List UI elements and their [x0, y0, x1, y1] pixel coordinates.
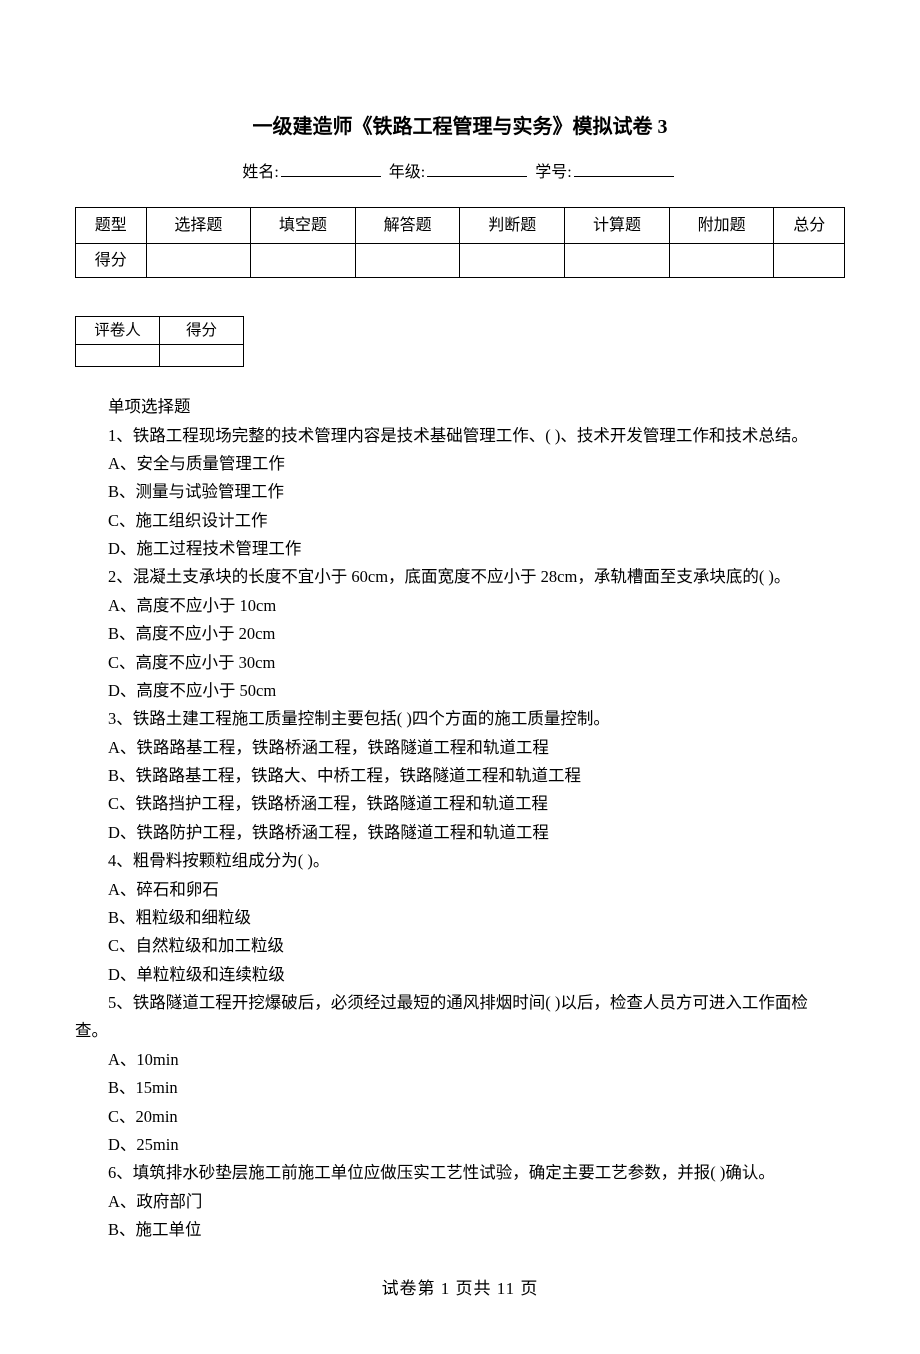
score-cell[interactable]: [146, 244, 251, 278]
question-option: A、铁路路基工程，铁路桥涵工程，铁路隧道工程和轨道工程: [75, 734, 845, 762]
question-stem: 6、填筑排水砂垫层施工前施工单位应做压实工艺性试验，确定主要工艺参数，并报( )…: [75, 1159, 845, 1187]
id-label: 学号:: [535, 164, 571, 181]
exam-title: 一级建造师《铁路工程管理与实务》模拟试卷 3: [75, 110, 845, 145]
score-cell[interactable]: [355, 244, 460, 278]
grader-score-label: 得分: [160, 317, 244, 345]
question-stem: 3、铁路土建工程施工质量控制主要包括( )四个方面的施工质量控制。: [75, 705, 845, 733]
grader-label: 评卷人: [76, 317, 160, 345]
question-option: D、铁路防护工程，铁路桥涵工程，铁路隧道工程和轨道工程: [75, 819, 845, 847]
question-option: A、10min: [75, 1046, 845, 1074]
question-option: B、铁路路基工程，铁路大、中桥工程，铁路隧道工程和轨道工程: [75, 762, 845, 790]
question-option: A、高度不应小于 10cm: [75, 592, 845, 620]
score-header: 附加题: [669, 208, 774, 244]
score-cell[interactable]: [669, 244, 774, 278]
grader-table: 评卷人 得分: [75, 316, 244, 367]
question-option: C、施工组织设计工作: [75, 507, 845, 535]
student-meta-line: 姓名: 年级: 学号:: [75, 159, 845, 187]
question-option: A、碎石和卵石: [75, 876, 845, 904]
question-option: B、施工单位: [75, 1216, 845, 1244]
question-option: D、高度不应小于 50cm: [75, 677, 845, 705]
grader-cell[interactable]: [76, 345, 160, 367]
question-option: B、粗粒级和细粒级: [75, 904, 845, 932]
page-footer: 试卷第 1 页共 11 页: [75, 1274, 845, 1304]
section-heading: 单项选择题: [75, 393, 845, 421]
grade-label: 年级:: [389, 164, 425, 181]
score-header: 计算题: [565, 208, 670, 244]
score-header: 判断题: [460, 208, 565, 244]
questions-content: 单项选择题 1、铁路工程现场完整的技术管理内容是技术基础管理工作、( )、技术开…: [75, 393, 845, 1244]
question-option: D、25min: [75, 1131, 845, 1159]
score-cell[interactable]: [774, 244, 845, 278]
score-header: 解答题: [355, 208, 460, 244]
score-table-header-row: 题型 选择题 填空题 解答题 判断题 计算题 附加题 总分: [76, 208, 845, 244]
grade-blank[interactable]: [427, 161, 527, 177]
score-header: 题型: [76, 208, 147, 244]
score-header: 选择题: [146, 208, 251, 244]
question-stem: 5、铁路隧道工程开挖爆破后，必须经过最短的通风排烟时间( )以后，检查人员方可进…: [75, 989, 845, 1017]
question-option: D、施工过程技术管理工作: [75, 535, 845, 563]
score-cell[interactable]: [251, 244, 356, 278]
name-label: 姓名:: [242, 164, 278, 181]
question-stem: 2、混凝土支承块的长度不宜小于 60cm，底面宽度不应小于 28cm，承轨槽面至…: [75, 563, 845, 591]
question-option: A、安全与质量管理工作: [75, 450, 845, 478]
question-option: B、测量与试验管理工作: [75, 478, 845, 506]
question-option: C、铁路挡护工程，铁路桥涵工程，铁路隧道工程和轨道工程: [75, 790, 845, 818]
question-option: C、高度不应小于 30cm: [75, 649, 845, 677]
name-blank[interactable]: [281, 161, 381, 177]
score-cell[interactable]: [565, 244, 670, 278]
question-option: B、15min: [75, 1074, 845, 1102]
score-cell[interactable]: [460, 244, 565, 278]
grader-score-cell[interactable]: [160, 345, 244, 367]
question-stem: 4、粗骨料按颗粒组成分为( )。: [75, 847, 845, 875]
question-option: A、政府部门: [75, 1188, 845, 1216]
score-row-label: 得分: [76, 244, 147, 278]
id-blank[interactable]: [574, 161, 674, 177]
score-header: 填空题: [251, 208, 356, 244]
question-option: D、单粒粒级和连续粒级: [75, 961, 845, 989]
question-stem-wrap: 查。: [75, 1017, 845, 1045]
score-header: 总分: [774, 208, 845, 244]
question-option: C、20min: [75, 1103, 845, 1131]
question-stem: 1、铁路工程现场完整的技术管理内容是技术基础管理工作、( )、技术开发管理工作和…: [75, 422, 845, 450]
question-option: C、自然粒级和加工粒级: [75, 932, 845, 960]
score-table: 题型 选择题 填空题 解答题 判断题 计算题 附加题 总分 得分: [75, 207, 845, 278]
question-option: B、高度不应小于 20cm: [75, 620, 845, 648]
score-table-value-row: 得分: [76, 244, 845, 278]
